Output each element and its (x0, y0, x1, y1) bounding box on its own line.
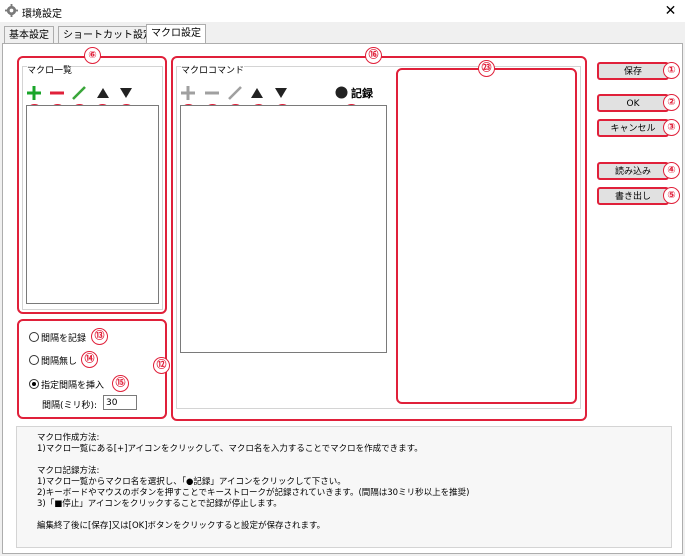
radio-no-interval[interactable] (29, 355, 39, 365)
annotation-badge: ⑥ (84, 47, 101, 64)
description-line: 1)マクロ一覧にある[+]アイコンをクリックして、マクロ名を入力することでマクロ… (37, 444, 423, 454)
radio-record-interval[interactable] (29, 332, 39, 342)
macro-list-label: マクロ一覧 (27, 63, 73, 76)
cancel-button[interactable]: キャンセル (597, 119, 669, 137)
description-line: 2)キーボードやマウスのボタンを押すことでキーストロークが記録されていきます。(… (37, 488, 470, 498)
description-line: マクロ作成方法: (37, 433, 100, 443)
window-title: 環境設定 (22, 9, 62, 20)
radio-no-interval-label: 間隔無し (41, 357, 78, 367)
description-line: マクロ記録方法: (37, 466, 100, 476)
description-box: マクロ作成方法: 1)マクロ一覧にある[+]アイコンをクリックして、マクロ名を入… (16, 426, 672, 548)
tab-shortcut-settings[interactable]: ショートカット設定 (58, 26, 158, 44)
down-triangle-icon[interactable] (274, 87, 288, 99)
radio-insert-interval[interactable] (29, 379, 39, 389)
radio-record-interval-label: 間隔を記録 (41, 334, 87, 344)
macro-listbox[interactable] (26, 105, 159, 304)
annotation-badge: ⑤ (663, 187, 680, 204)
gear-icon (5, 4, 18, 17)
minus-icon[interactable] (204, 85, 220, 101)
save-button[interactable]: 保存 (597, 62, 669, 80)
annotation-badge: ③ (663, 119, 680, 136)
annotation-badge: ㉓ (478, 60, 495, 77)
up-triangle-icon[interactable] (250, 87, 264, 99)
annotation-badge: ⑫ (153, 357, 170, 374)
annotation-badge: ② (663, 94, 680, 111)
radio-insert-interval-label: 指定間隔を挿入 (41, 381, 105, 391)
pencil-icon[interactable] (227, 85, 243, 101)
macro-command-label: マクロコマンド (181, 63, 245, 76)
annotation-badge: ① (663, 62, 680, 79)
plus-icon[interactable] (26, 85, 42, 101)
description-line (37, 510, 469, 521)
tab-macro-settings[interactable]: マクロ設定 (146, 24, 206, 44)
description-line (37, 455, 469, 466)
up-triangle-icon[interactable] (96, 87, 110, 99)
down-triangle-icon[interactable] (119, 87, 133, 99)
pencil-icon[interactable] (71, 85, 87, 101)
ok-button[interactable]: OK (597, 94, 669, 112)
command-detail-highlight (396, 68, 577, 404)
description-line: 3)「■停止」アイコンをクリックすることで記録が停止します。 (37, 499, 282, 509)
macro-command-listbox[interactable] (180, 105, 387, 353)
import-button[interactable]: 読み込み (597, 162, 669, 180)
annotation-badge: ⑯ (365, 47, 382, 64)
annotation-badge: ④ (663, 162, 680, 179)
annotation-badge: ⑭ (81, 351, 98, 368)
interval-field-label: 間隔(ミリ秒): (42, 401, 98, 411)
plus-icon[interactable] (180, 85, 196, 101)
interval-ms-input[interactable] (103, 395, 137, 410)
annotation-badge: ⑬ (91, 328, 108, 345)
description-line: 1)マクロ一覧からマクロ名を選択し、「●記録」アイコンをクリックして下さい。 (37, 477, 346, 487)
close-icon[interactable]: ✕ (656, 0, 685, 22)
description-line: 編集終了後に[保存]又は[OK]ボタンをクリックすると設定が保存されます。 (37, 521, 326, 531)
minus-icon[interactable] (49, 85, 65, 101)
record-dot-icon[interactable] (335, 86, 348, 99)
title-bar (0, 0, 685, 22)
annotation-badge: ⑮ (112, 375, 129, 392)
tab-basic-settings[interactable]: 基本設定 (4, 26, 54, 44)
record-button-label[interactable]: 記録 (351, 85, 373, 101)
export-button[interactable]: 書き出し (597, 187, 669, 205)
